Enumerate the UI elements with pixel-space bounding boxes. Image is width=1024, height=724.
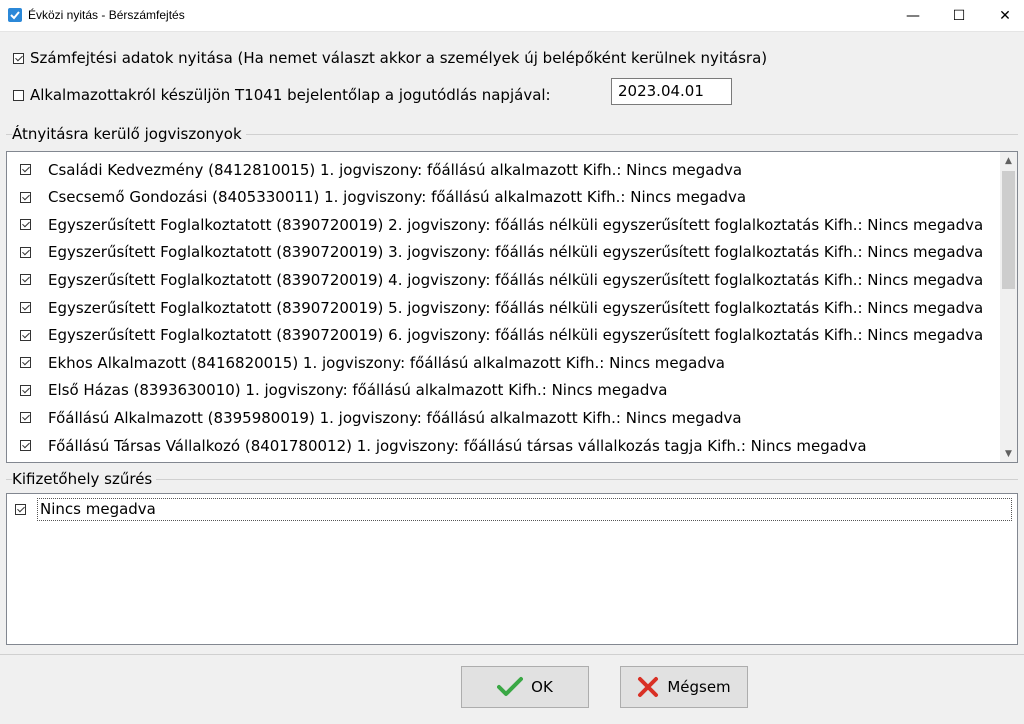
employment-checkbox[interactable] [20,384,31,396]
maximize-button[interactable]: ☐ [936,0,982,31]
scroll-thumb[interactable] [1002,171,1015,289]
payer-filter-list[interactable]: Nincs megadva [6,493,1018,645]
employment-checkbox[interactable] [20,164,31,175]
cancel-button[interactable]: Mégsem [620,666,748,708]
employment-label: Egyszerűsített Foglalkoztatott (83907200… [48,243,984,262]
employment-checkbox[interactable] [20,329,31,341]
employments-scrollbar[interactable]: ▲ ▼ [1000,152,1017,462]
employment-list-item[interactable]: Főállású Társas Vállalkozó (8401780012) … [7,432,1001,459]
title-bar: Évközi nyitás - Bérszámfejtés — ☐ ✕ [0,0,1024,32]
minimize-button[interactable]: — [890,0,936,31]
employment-list-item[interactable]: Ekhos Alkalmazott (8416820015) 1. jogvis… [7,349,1001,376]
x-icon [637,676,659,698]
employment-checkbox[interactable] [20,357,31,369]
employment-checkbox[interactable] [20,440,31,451]
employment-list-item[interactable]: Főállású Alkalmazott (8395980019) 1. jog… [7,404,1001,431]
employment-list-item[interactable]: Egyszerűsített Foglalkoztatott (83907200… [7,211,1001,238]
open-payroll-checkbox[interactable] [13,52,24,64]
payer-filter-group-divider [6,479,1018,480]
checkmark-icon [497,676,524,698]
t1041-checkbox[interactable] [13,89,24,101]
employment-list-item[interactable]: Egyszerűsített Foglalkoztatott (83907200… [7,266,1001,293]
t1041-option[interactable]: Alkalmazottakról készüljön T1041 bejelen… [13,86,551,104]
employment-label: Egyszerűsített Foglalkoztatott (83907200… [48,270,984,289]
open-payroll-option[interactable]: Számfejtési adatok nyitása (Ha nemet vál… [13,49,767,67]
employment-label: Ekhos Alkalmazott (8416820015) 1. jogvis… [48,353,725,372]
employments-group-label: Átnyitásra kerülő jogviszonyok [12,125,246,143]
payer-filter-group-label: Kifizetőhely szűrés [12,470,157,488]
employment-label: Egyszerűsített Foglalkoztatott (83907200… [48,298,984,317]
employment-label: Főállású Társas Vállalkozó (8401780012) … [48,436,867,455]
employment-label: Egyszerűsített Foglalkoztatott (83907200… [48,215,984,234]
bottom-divider [0,654,1024,655]
employment-label: Családi Kedvezmény (8412810015) 1. jogvi… [48,160,743,179]
employment-list-item[interactable]: Egyszerűsített Foglalkoztatott (83907200… [7,322,1001,349]
employment-list-item[interactable]: Egyszerűsített Foglalkoztatott (83907200… [7,294,1001,321]
payer-filter-checkbox[interactable] [15,503,26,515]
scroll-up-icon[interactable]: ▲ [1000,152,1017,169]
window-title: Évközi nyitás - Bérszámfejtés [28,8,185,22]
employment-label: Főállású Alkalmazott (8395980019) 1. jog… [48,408,742,427]
payer-filter-label: Nincs megadva [40,500,156,518]
employment-checkbox[interactable] [20,246,31,258]
t1041-label: Alkalmazottakról készüljön T1041 bejelen… [30,86,551,104]
open-payroll-label: Számfejtési adatok nyitása (Ha nemet vál… [30,49,768,67]
employment-list-item[interactable]: Családi Kedvezmény (8412810015) 1. jogvi… [7,156,1001,183]
employment-checkbox[interactable] [20,412,31,424]
ok-label: OK [531,678,553,696]
employment-label: Egyszerűsített Foglalkoztatott (83907200… [48,326,984,345]
employments-list[interactable]: Családi Kedvezmény (8412810015) 1. jogvi… [6,151,1018,463]
scroll-down-icon[interactable]: ▼ [1000,445,1017,462]
employment-label: Csecsemő Gondozási (8405330011) 1. jogvi… [48,188,747,207]
ok-button[interactable]: OK [461,666,589,708]
employment-checkbox[interactable] [20,274,31,286]
focus-outline [37,498,1012,521]
employment-checkbox[interactable] [20,219,31,231]
employment-checkbox[interactable] [20,191,31,203]
cancel-label: Mégsem [667,678,731,696]
employment-list-item[interactable]: Első Házas (8393630010) 1. jogviszony: f… [7,377,1001,404]
employment-label: Első Házas (8393630010) 1. jogviszony: f… [48,381,668,400]
close-button[interactable]: ✕ [982,0,1024,31]
app-check-icon [8,8,22,22]
employment-list-item[interactable]: Egyszerűsített Foglalkoztatott (83907200… [7,239,1001,266]
date-field[interactable]: 2023.04.01 [611,78,732,105]
payer-filter-item[interactable]: Nincs megadva [15,500,156,518]
employment-list-item[interactable]: Csecsemő Gondozási (8405330011) 1. jogvi… [7,184,1001,211]
employment-checkbox[interactable] [20,302,31,313]
